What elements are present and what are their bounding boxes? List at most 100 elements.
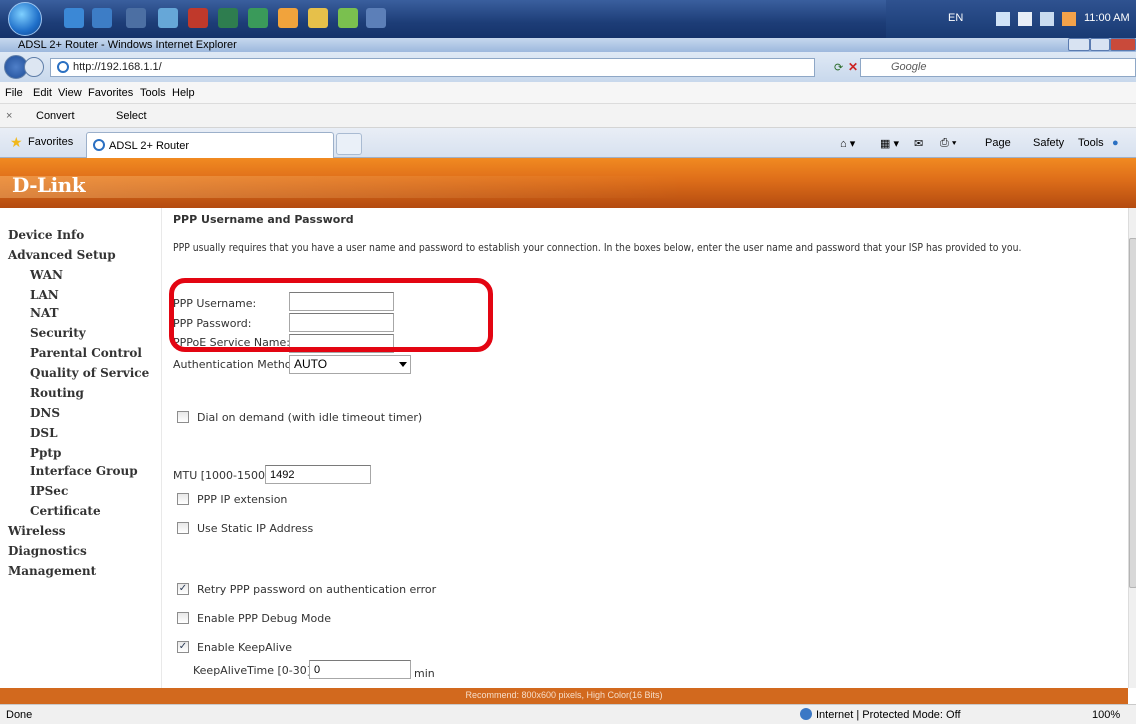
select-button[interactable]: Select — [116, 110, 147, 122]
nav-dns[interactable]: DNS — [30, 406, 60, 420]
ie-taskbar-icon[interactable] — [64, 8, 84, 28]
ppp-debug-label: Enable PPP Debug Mode — [197, 612, 332, 625]
app-taskbar-icon-4[interactable] — [218, 8, 238, 28]
print-icon[interactable]: ⎙ ▾ — [940, 137, 956, 150]
auth-method-select[interactable]: AUTO — [289, 355, 411, 374]
close-toolbar-icon[interactable]: × — [6, 110, 12, 122]
battery-icon[interactable] — [1018, 12, 1032, 26]
retry-password-checkbox[interactable]: ✓ — [177, 583, 189, 595]
menu-help[interactable]: Help — [172, 87, 195, 99]
menu-view[interactable]: View — [58, 87, 82, 99]
stop-icon[interactable]: ✕ — [848, 60, 858, 74]
favorites-star-icon[interactable]: ★ — [10, 134, 23, 151]
favorites-button[interactable]: Favorites — [28, 136, 73, 148]
app-taskbar-icon-7[interactable] — [308, 8, 328, 28]
ppp-debug-checkbox[interactable] — [177, 612, 189, 624]
nav-certificate[interactable]: Certificate — [30, 504, 101, 518]
dial-on-demand-label: Dial on demand (with idle timeout timer) — [197, 411, 423, 424]
nav-device-info[interactable]: Device Info — [8, 228, 84, 242]
dial-on-demand-checkbox[interactable] — [177, 411, 189, 423]
window-title: ADSL 2+ Router - Windows Internet Explor… — [18, 39, 237, 51]
search-placeholder: Google — [891, 61, 927, 73]
start-button[interactable] — [8, 2, 42, 36]
browser-status-bar: Done Internet | Protected Mode: Off 100% — [0, 704, 1136, 724]
volume-icon[interactable] — [1062, 12, 1076, 26]
keepalive-time-input[interactable] — [309, 660, 411, 679]
address-bar[interactable]: http://192.168.1.1/ — [50, 58, 815, 77]
security-zone[interactable]: Internet | Protected Mode: Off — [816, 709, 961, 721]
browser-tab[interactable]: ADSL 2+ Router — [86, 132, 334, 158]
address-url[interactable]: http://192.168.1.1/ — [73, 61, 162, 73]
page-menu[interactable]: Page — [985, 137, 1011, 149]
app-taskbar-icon-1[interactable] — [126, 8, 146, 28]
keepalive-checkbox[interactable]: ✓ — [177, 641, 189, 653]
display-icon[interactable] — [1040, 12, 1054, 26]
scroll-thumb[interactable] — [1129, 238, 1136, 588]
minimize-button[interactable] — [1068, 38, 1090, 51]
zoom-level[interactable]: 100% — [1092, 709, 1120, 721]
refresh-icon[interactable]: ⟳ — [834, 61, 843, 74]
menu-edit[interactable]: Edit — [33, 87, 52, 99]
language-indicator[interactable]: EN — [948, 12, 963, 24]
static-ip-checkbox[interactable] — [177, 522, 189, 534]
menu-favorites[interactable]: Favorites — [88, 87, 133, 99]
convert-button[interactable]: Convert — [36, 110, 75, 122]
nav-interface-group[interactable]: Interface Group — [30, 464, 138, 478]
nav-wireless[interactable]: Wireless — [8, 524, 66, 538]
window-title-bar: ADSL 2+ Router - Windows Internet Explor… — [0, 38, 1136, 52]
mtu-label: MTU [1000-1500]: — [173, 469, 274, 482]
section-title: PPP Username and Password — [173, 213, 354, 226]
system-tray: EN 11:00 AM — [886, 0, 1136, 38]
app-taskbar-icon-2[interactable] — [158, 8, 178, 28]
feeds-icon[interactable]: ▦ ▾ — [880, 137, 899, 150]
tab-title: ADSL 2+ Router — [109, 140, 189, 152]
page-scrollbar[interactable] — [1128, 208, 1136, 688]
nav-lan[interactable]: LAN — [30, 288, 59, 302]
nav-quality-of-service[interactable]: Quality of Service — [30, 366, 149, 380]
media-taskbar-icon[interactable] — [92, 8, 112, 28]
nav-wan[interactable]: WAN — [30, 268, 63, 282]
app-taskbar-icon-9[interactable] — [366, 8, 386, 28]
nav-management[interactable]: Management — [8, 564, 96, 578]
annotation-highlight-box — [169, 278, 493, 352]
auth-method-value: AUTO — [294, 357, 328, 371]
nav-routing[interactable]: Routing — [30, 386, 84, 400]
static-ip-label: Use Static IP Address — [197, 522, 314, 535]
app-taskbar-icon-8[interactable] — [338, 8, 358, 28]
nav-nat[interactable]: NAT — [30, 306, 59, 320]
tools-menu[interactable]: Tools — [1078, 137, 1104, 149]
dropdown-arrow-icon — [399, 362, 407, 367]
search-box[interactable]: Google — [860, 58, 1136, 77]
nav-security[interactable]: Security — [30, 326, 86, 340]
close-button[interactable] — [1110, 38, 1136, 51]
help-icon[interactable]: ● — [1112, 137, 1119, 149]
home-icon[interactable]: ⌂ ▾ — [840, 137, 855, 150]
nav-dsl[interactable]: DSL — [30, 426, 58, 440]
nav-pptp[interactable]: Pptp — [30, 446, 61, 460]
menu-bar: File Edit View Favorites Tools Help — [0, 82, 1136, 104]
app-taskbar-icon-3[interactable] — [188, 8, 208, 28]
keepalive-time-label: KeepAliveTime [0-30]: — [193, 664, 315, 677]
mail-icon[interactable]: ✉ — [914, 137, 923, 150]
nav-diagnostics[interactable]: Diagnostics — [8, 544, 87, 558]
safety-menu[interactable]: Safety — [1033, 137, 1064, 149]
menu-file[interactable]: File — [5, 87, 23, 99]
app-taskbar-icon-5[interactable] — [248, 8, 268, 28]
menu-tools[interactable]: Tools — [140, 87, 166, 99]
clock[interactable]: 11:00 AM — [1084, 12, 1130, 24]
nav-ipsec[interactable]: IPSec — [30, 484, 68, 498]
ppp-ip-extension-checkbox[interactable] — [177, 493, 189, 505]
nav-parental-control[interactable]: Parental Control — [30, 346, 142, 360]
new-tab-button[interactable] — [336, 133, 362, 155]
maximize-button[interactable] — [1090, 38, 1110, 51]
favorites-tab-bar: Favorites ★ ADSL 2+ Router ⌂ ▾ ▦ ▾ ✉ ⎙ ▾… — [0, 128, 1136, 158]
forward-button[interactable] — [24, 57, 44, 77]
mtu-input[interactable] — [265, 465, 371, 484]
retry-password-label: Retry PPP password on authentication err… — [197, 583, 437, 596]
network-icon[interactable] — [996, 12, 1010, 26]
left-navigation: Device Info Advanced Setup WAN LAN NAT S… — [0, 208, 160, 688]
command-bar: × Convert Select — [0, 104, 1136, 128]
address-toolbar: http://192.168.1.1/ ⟳ ✕ Google — [0, 52, 1136, 82]
nav-advanced-setup[interactable]: Advanced Setup — [8, 248, 116, 262]
app-taskbar-icon-6[interactable] — [278, 8, 298, 28]
